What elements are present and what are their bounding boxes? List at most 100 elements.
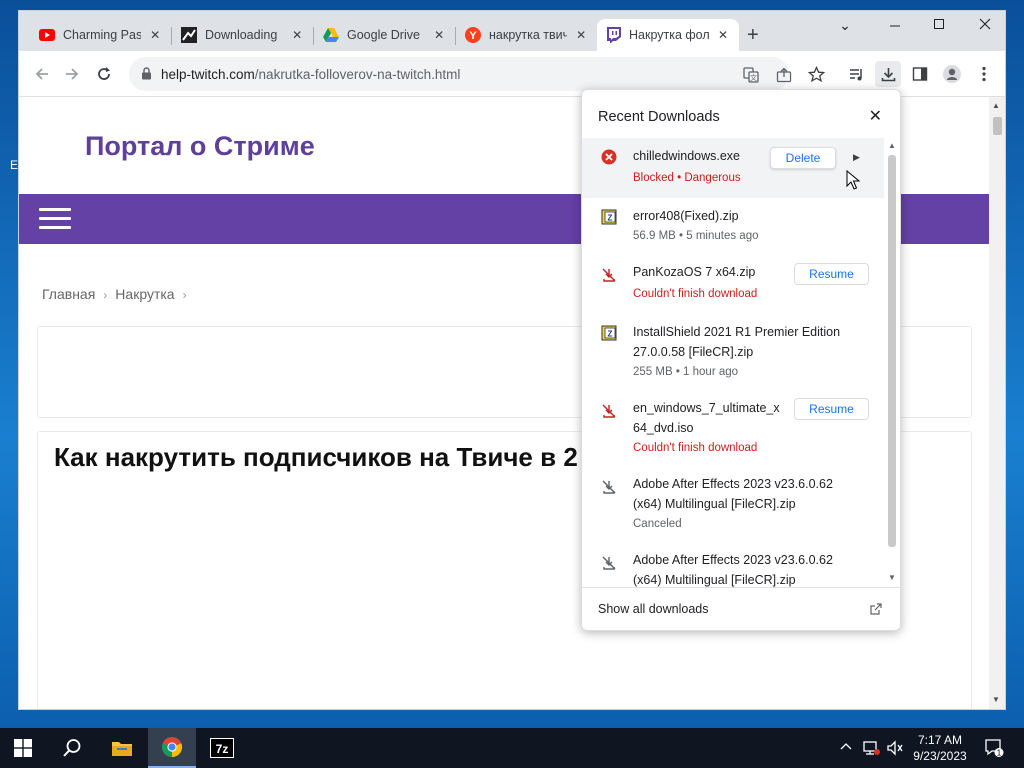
share-icon[interactable]	[775, 66, 793, 84]
yandex-icon: Y	[465, 27, 481, 43]
show-all-downloads-link[interactable]: Show all downloads	[598, 602, 709, 616]
download-item[interactable]: PanKozaOS 7 x64.zip Couldn't finish down…	[582, 256, 884, 314]
download-filename: chilledwindows.exe	[633, 149, 741, 163]
twitch-icon	[605, 27, 621, 43]
download-status: Couldn't finish download	[633, 442, 758, 454]
scroll-up-icon[interactable]: ▲	[888, 141, 896, 150]
maximize-icon[interactable]	[929, 17, 949, 33]
download-filename: en_windows_7_ultimate_x64_dvd.iso	[633, 401, 780, 435]
open-external-icon[interactable]	[870, 602, 882, 620]
breadcrumb-link-home[interactable]: Главная	[42, 286, 95, 302]
bookmark-star-icon[interactable]	[805, 63, 827, 85]
download-icon[interactable]	[875, 61, 901, 87]
tab-separator	[313, 27, 314, 45]
notification-center-icon[interactable]: 1	[984, 738, 1004, 763]
svg-text:文: 文	[750, 73, 757, 82]
breadcrumb: Главная › Накрутка ›	[42, 286, 187, 302]
tab-separator	[455, 27, 456, 45]
expand-arrow-icon[interactable]: ▶	[853, 152, 860, 163]
tab-separator	[171, 27, 172, 45]
tab-yandex-search[interactable]: Y накрутка твич ✕	[457, 19, 597, 51]
back-icon[interactable]	[31, 63, 53, 85]
download-item[interactable]: Z error408(Fixed).zip 56.9 MB • 5 minute…	[582, 198, 884, 256]
close-icon[interactable]: ✕	[715, 27, 731, 43]
tab-twitch-active[interactable]: Накрутка фол ✕	[597, 19, 739, 51]
downloads-footer[interactable]: Show all downloads	[582, 587, 902, 631]
download-item[interactable]: Adobe After Effects 2023 v23.6.0.62 (x64…	[582, 542, 884, 588]
scroll-up-icon[interactable]: ▲	[992, 101, 1000, 110]
tab-downloading[interactable]: Downloading ✕	[173, 19, 313, 51]
download-item[interactable]: Adobe After Effects 2023 v23.6.0.62 (x64…	[582, 466, 884, 542]
address-bar[interactable]: help-twitch.com/nakrutka-folloverov-na-t…	[129, 57, 792, 91]
side-panel-icon[interactable]	[909, 63, 931, 85]
resume-button[interactable]: Resume	[794, 263, 869, 285]
hamburger-menu-icon[interactable]	[39, 208, 71, 230]
new-tab-button[interactable]: +	[747, 25, 759, 45]
minimize-icon[interactable]	[885, 17, 905, 33]
download-filename: InstallShield 2021 R1 Premier Edition 27…	[633, 325, 841, 359]
menu-kebab-icon[interactable]	[973, 63, 995, 85]
zip-file-icon: Z	[600, 324, 618, 342]
downloads-list: chilledwindows.exe Blocked • Dangerous D…	[582, 138, 902, 588]
downloads-scrollbar[interactable]: ▲ ▼	[885, 139, 899, 587]
scroll-down-icon[interactable]: ▼	[992, 695, 1000, 704]
forward-icon[interactable]	[61, 63, 83, 85]
chrome-icon[interactable]	[148, 728, 196, 768]
svg-text:7z: 7z	[216, 742, 229, 756]
site-title[interactable]: Портал о Стриме	[85, 131, 315, 162]
svg-text:Z: Z	[608, 214, 613, 223]
media-control-icon[interactable]	[845, 63, 867, 85]
desktop-icon-label: E	[10, 158, 19, 172]
canceled-download-icon	[600, 478, 618, 496]
download-item[interactable]: Z InstallShield 2021 R1 Premier Edition …	[582, 314, 884, 390]
download-status: Couldn't finish download	[633, 288, 758, 300]
svg-text:Z: Z	[608, 330, 613, 339]
7zip-icon[interactable]: 7z	[198, 728, 246, 768]
download-status: 56.9 MB • 5 minutes ago	[633, 230, 759, 242]
download-status: Canceled	[633, 518, 682, 530]
scrollbar-thumb[interactable]	[888, 155, 896, 547]
close-icon[interactable]: ✕	[573, 27, 589, 43]
reload-icon[interactable]	[93, 63, 115, 85]
scroll-down-icon[interactable]: ▼	[888, 573, 896, 582]
translate-icon[interactable]: 文	[742, 66, 760, 84]
mouse-cursor-icon	[846, 169, 861, 195]
close-window-icon[interactable]	[975, 17, 995, 33]
volume-muted-icon[interactable]	[886, 740, 904, 759]
download-status: Blocked • Dangerous	[633, 172, 741, 184]
tab-google-drive[interactable]: Google Drive ✕	[315, 19, 455, 51]
close-icon[interactable]: ✕	[289, 27, 305, 43]
page-scrollbar[interactable]: ▲ ▼	[989, 97, 1005, 709]
taskbar: 7z 7:17 AM 9/23/2023 1	[0, 728, 1024, 768]
clock-date: 9/23/2023	[913, 749, 967, 763]
windows-start-icon[interactable]	[14, 739, 32, 762]
notification-count: 1	[997, 749, 1002, 758]
svg-text:Y: Y	[469, 30, 477, 42]
google-drive-icon	[323, 27, 339, 43]
search-icon[interactable]	[48, 728, 96, 768]
lock-icon[interactable]	[141, 67, 152, 85]
close-icon[interactable]: ✕	[869, 108, 882, 126]
download-item[interactable]: en_windows_7_ultimate_x64_dvd.iso Couldn…	[582, 390, 884, 466]
resume-button[interactable]: Resume	[794, 398, 869, 420]
download-filename: PanKozaOS 7 x64.zip	[633, 265, 756, 279]
network-icon[interactable]	[862, 740, 880, 759]
downloads-header: Recent Downloads	[598, 109, 720, 125]
close-icon[interactable]: ✕	[431, 27, 447, 43]
show-hidden-icons-chevron[interactable]	[840, 740, 852, 754]
profile-avatar-icon[interactable]	[941, 63, 963, 85]
scrollbar-thumb[interactable]	[993, 117, 1002, 135]
failed-download-icon	[600, 402, 618, 420]
download-item[interactable]: chilledwindows.exe Blocked • Dangerous D…	[582, 138, 884, 198]
canceled-download-icon	[600, 554, 618, 572]
url-text: help-twitch.com/nakrutka-folloverov-na-t…	[161, 67, 461, 82]
download-filename: Adobe After Effects 2023 v23.6.0.62 (x64…	[633, 553, 833, 587]
system-clock[interactable]: 7:17 AM 9/23/2023	[908, 732, 972, 764]
download-status: 255 MB • 1 hour ago	[633, 366, 739, 378]
tab-charming-past[interactable]: Charming Past ✕	[31, 19, 171, 51]
close-icon[interactable]: ✕	[147, 27, 163, 43]
tab-search-icon[interactable]: ⌄	[835, 17, 855, 34]
breadcrumb-link-category[interactable]: Накрутка	[115, 286, 174, 302]
delete-button[interactable]: Delete	[770, 147, 836, 169]
file-explorer-icon[interactable]	[98, 728, 146, 768]
